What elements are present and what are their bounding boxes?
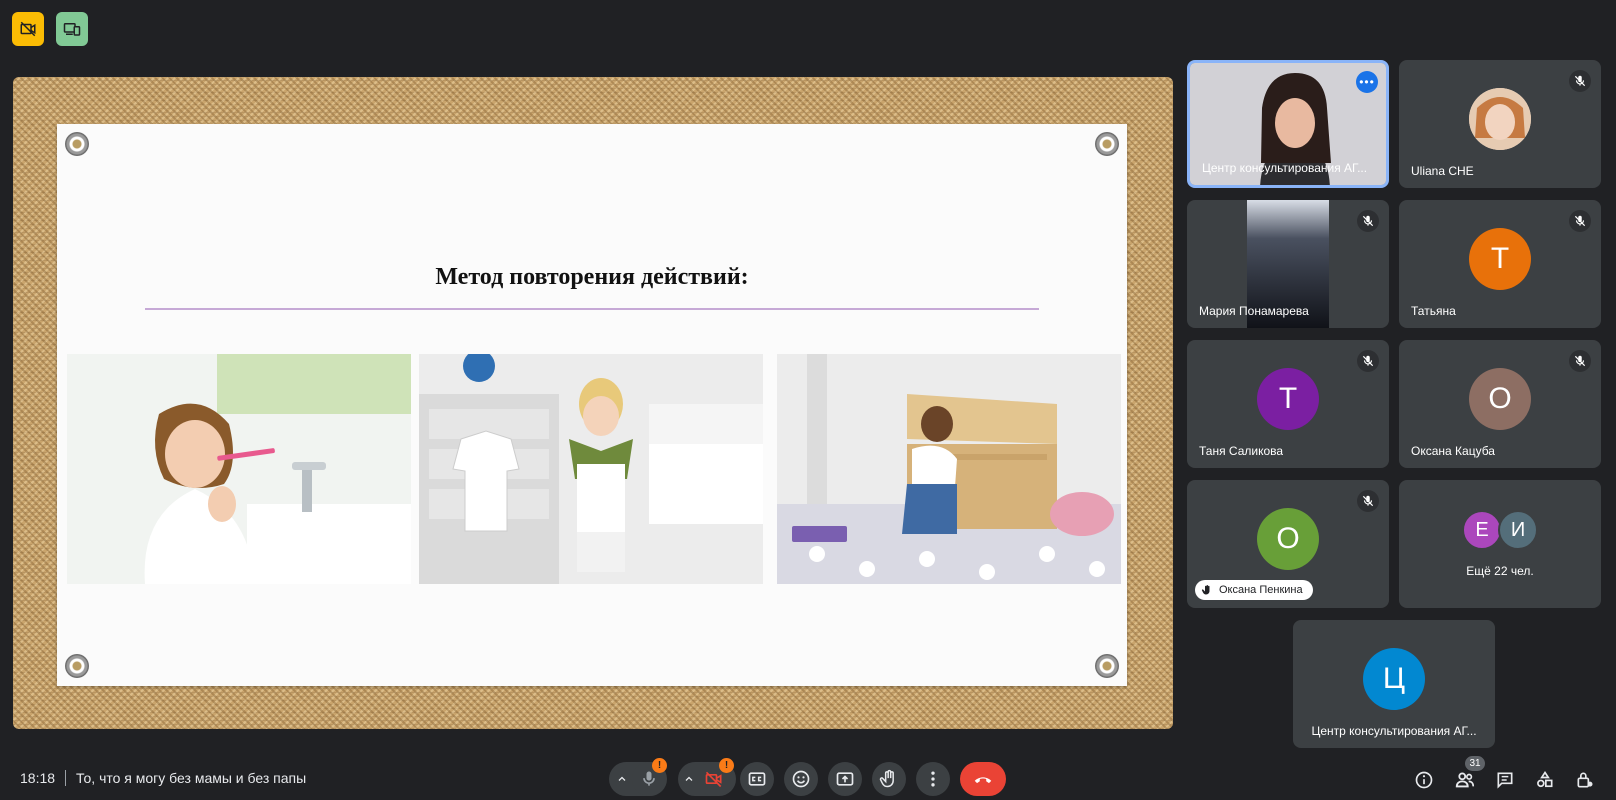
- avatar: Т: [1257, 368, 1319, 430]
- activities-icon: [1537, 770, 1553, 788]
- avatar: Е: [1462, 510, 1502, 550]
- activities-button[interactable]: [1532, 767, 1558, 793]
- raise-hand-button[interactable]: [872, 762, 906, 796]
- participant-tile[interactable]: Uliana CHE: [1399, 60, 1601, 188]
- mic-off-icon: [1357, 210, 1379, 232]
- photo-boy-getting-dressed: [419, 354, 763, 584]
- camera-off-icon: [705, 771, 722, 788]
- participant-count-badge: 31: [1465, 756, 1485, 771]
- raised-hand-icon: [1201, 585, 1210, 595]
- present-screen-icon: [836, 772, 854, 786]
- participant-tile[interactable]: Т Таня Саликова: [1187, 340, 1389, 468]
- meeting-details-button[interactable]: [1411, 767, 1437, 793]
- avatar: Ц: [1363, 648, 1425, 710]
- mic-off-icon: [1357, 490, 1379, 512]
- presentation-stage: Метод повторения действий:: [13, 77, 1173, 729]
- participant-name: Оксана Кацуба: [1411, 444, 1495, 458]
- participant-name: Таня Саликова: [1199, 444, 1284, 458]
- meeting-time: 18:18: [20, 770, 56, 786]
- photo-girl-brushing-teeth: [67, 354, 411, 584]
- meeting-info: 18:18 То, что я могу без мамы и без папы: [20, 770, 306, 786]
- end-call-icon: [974, 777, 992, 784]
- more-participants-label: Ещё 22 чел.: [1466, 564, 1534, 578]
- hand-icon: [879, 769, 894, 788]
- avatar: И: [1498, 510, 1538, 550]
- closed-captions-icon: [748, 772, 766, 786]
- mic-off-icon: [1357, 350, 1379, 372]
- more-vert-icon: [931, 771, 935, 787]
- devices-icon: [63, 23, 81, 36]
- chevron-up-icon: [618, 776, 626, 781]
- lock-person-icon: [1577, 772, 1593, 788]
- slide-divider: [145, 308, 1039, 310]
- pin-icon: [1095, 132, 1119, 156]
- more-participants-tile[interactable]: Е И Ещё 22 чел.: [1399, 480, 1601, 608]
- camera-off-indicator[interactable]: [12, 12, 44, 46]
- raised-hand-badge: Оксана Пенкина: [1195, 580, 1313, 600]
- chat-button[interactable]: [1492, 767, 1518, 793]
- participant-tile[interactable]: О Оксана Кацуба: [1399, 340, 1601, 468]
- more-options-button[interactable]: [916, 762, 950, 796]
- reactions-button[interactable]: [784, 762, 818, 796]
- audio-options-button[interactable]: [614, 771, 630, 787]
- participant-tile[interactable]: Т Татьяна: [1399, 200, 1601, 328]
- participant-tile[interactable]: О Оксана Пенкина: [1187, 480, 1389, 608]
- avatar: [1469, 88, 1531, 150]
- camera-warning-badge: !: [719, 758, 734, 773]
- participant-name: Центр консультирования АГ...: [1202, 161, 1368, 175]
- participant-name: Мария Понамарева: [1199, 304, 1309, 318]
- present-screen-button[interactable]: [828, 762, 862, 796]
- participant-tile-presenter[interactable]: ••• Центр консультирования АГ...: [1187, 60, 1389, 188]
- slide-title: Метод повторения действий:: [435, 264, 749, 290]
- leave-call-button[interactable]: [960, 762, 1006, 796]
- photo-girl-tidying-toys: [777, 354, 1121, 584]
- people-icon: [1455, 772, 1475, 788]
- chat-icon: [1497, 772, 1513, 789]
- participant-tile[interactable]: Мария Понамарева: [1187, 200, 1389, 328]
- mic-off-icon: [1569, 210, 1591, 232]
- meeting-title: То, что я могу без мамы и без папы: [76, 770, 307, 786]
- mic-off-icon: [1569, 70, 1591, 92]
- more-options-button[interactable]: •••: [1356, 71, 1378, 93]
- info-icon: [1415, 771, 1433, 789]
- mic-warning-badge: !: [652, 758, 667, 773]
- participant-name: Оксана Пенкина: [1219, 584, 1303, 596]
- emoji-icon: [792, 770, 810, 788]
- avatar: О: [1469, 368, 1531, 430]
- no-camera-icon: [20, 21, 36, 37]
- video-options-button[interactable]: [681, 771, 697, 787]
- pin-icon: [65, 132, 89, 156]
- bottom-bar: 18:18 То, что я могу без мамы и без папы …: [0, 728, 1616, 800]
- avatar: О: [1257, 508, 1319, 570]
- mic-off-icon: [1569, 350, 1591, 372]
- stacked-avatars: Е И: [1462, 510, 1542, 550]
- chevron-up-icon: [685, 776, 693, 781]
- participant-name: Татьяна: [1411, 304, 1456, 318]
- pin-icon: [1095, 654, 1119, 678]
- device-indicator[interactable]: [56, 12, 88, 46]
- slide: Метод повторения действий:: [57, 124, 1127, 686]
- participant-name: Uliana CHE: [1411, 164, 1474, 178]
- host-controls-button[interactable]: [1572, 767, 1598, 793]
- avatar: Т: [1469, 228, 1531, 290]
- pin-icon: [65, 654, 89, 678]
- captions-button[interactable]: [740, 762, 774, 796]
